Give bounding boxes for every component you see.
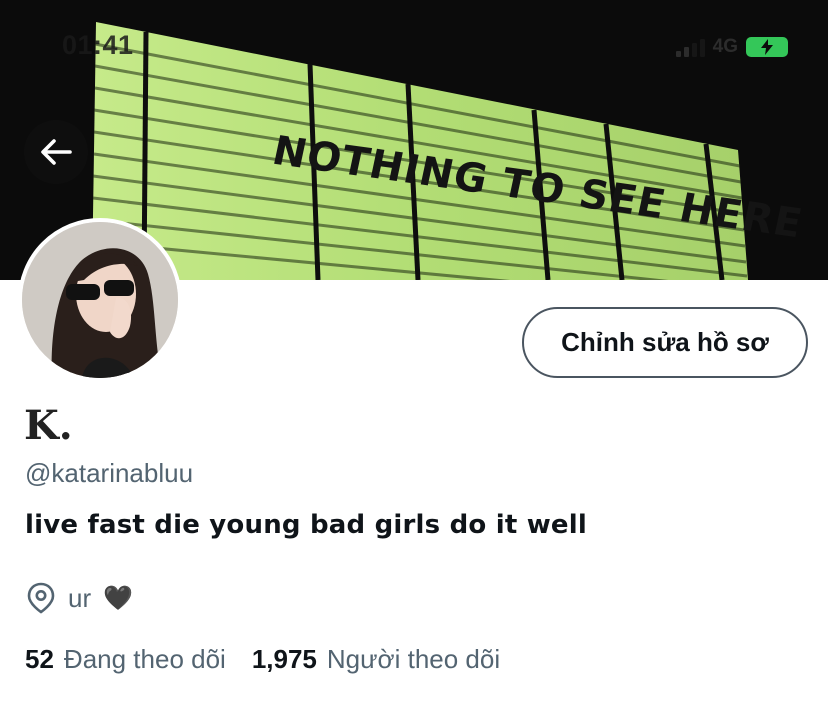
user-handle: @katarinabluu <box>25 458 194 488</box>
location-pin-icon <box>27 582 55 614</box>
follow-stats: 52 Đang theo dõi 1,975 Người theo dõi <box>25 644 526 675</box>
profile-location: ur 🖤 <box>26 582 133 614</box>
status-indicators: 4G <box>675 36 788 58</box>
followers-label[interactable]: Người theo dõi <box>327 644 500 675</box>
following-label[interactable]: Đang theo dõi <box>64 644 226 675</box>
back-button[interactable] <box>24 120 88 184</box>
black-heart-icon: 🖤 <box>103 584 134 612</box>
edit-profile-button[interactable]: Chỉnh sửa hồ sơ <box>522 307 808 378</box>
battery-charging-icon <box>746 37 788 57</box>
display-name: K. <box>24 402 73 449</box>
location-text: ur <box>68 582 92 613</box>
status-time: 01:41 <box>62 30 134 60</box>
avatar[interactable] <box>18 218 182 382</box>
following-count[interactable]: 52 <box>25 644 54 675</box>
arrow-left-icon <box>41 139 72 165</box>
signal-icon <box>675 37 705 57</box>
profile-bio: live fast die young bad girls do it well <box>25 510 587 540</box>
network-label: 4G <box>712 36 738 57</box>
followers-count[interactable]: 1,975 <box>252 644 317 675</box>
